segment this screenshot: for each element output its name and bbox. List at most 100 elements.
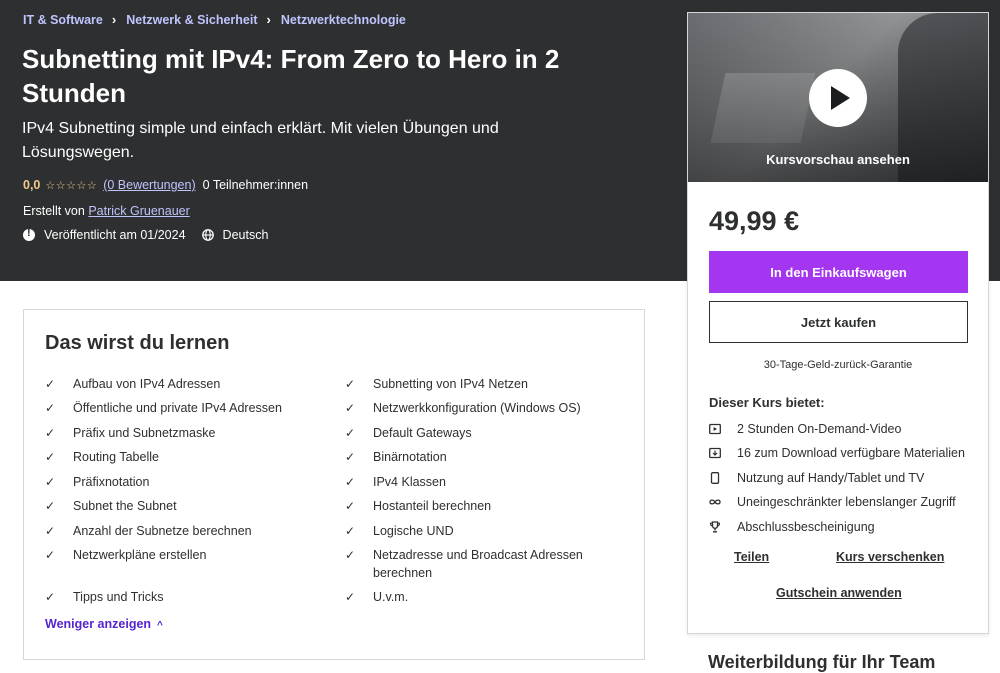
learning-objective-text: Präfix und Subnetzmaske — [73, 426, 216, 440]
play-icon[interactable] — [809, 69, 867, 127]
team-training-heading: Weiterbildung für Ihr Team — [708, 652, 936, 672]
learning-objective-item: ✓ Subnetting von IPv4 Netzen — [345, 375, 585, 393]
learning-objective-item: ✓ Logische UND — [345, 522, 585, 540]
include-text: Nutzung auf Handy/Tablet und TV — [737, 471, 925, 485]
breadcrumb-netzwerktechnologie[interactable]: Netzwerktechnologie — [281, 13, 406, 27]
learning-objective-item: ✓ Subnet the Subnet — [45, 497, 335, 515]
include-text: 16 zum Download verfügbare Materialien — [737, 446, 965, 460]
globe-icon — [201, 229, 214, 241]
course-price: 49,99 € — [709, 206, 800, 236]
card-divider — [688, 633, 988, 634]
learning-objective-item: ✓ Default Gateways — [345, 424, 585, 442]
meta-row: Veröffentlicht am 01/2024 Deutsch — [23, 227, 269, 242]
learning-objectives-heading: Das wirst du lernen — [45, 332, 230, 354]
learning-objective-item: ✓ Binärnotation — [345, 448, 585, 466]
learning-objective-text: Logische UND — [373, 524, 454, 538]
video-icon — [709, 423, 721, 435]
instructor-link[interactable]: Patrick Gruenauer — [88, 204, 189, 218]
check-icon: ✓ — [45, 548, 56, 562]
learning-objective-text: IPv4 Klassen — [373, 475, 446, 489]
include-text: 2 Stunden On-Demand-Video — [737, 422, 902, 436]
learning-objective-text: Öffentliche und private IPv4 Adressen — [73, 401, 282, 415]
show-less-label: Weniger anzeigen — [45, 617, 152, 631]
learning-objective-text: Netzwerkpläne erstellen — [73, 548, 207, 562]
published-date: Veröffentlicht am 01/2024 — [44, 228, 186, 242]
learning-objectives-box: Das wirst du lernen ✓ Aufbau von IPv4 Adr… — [23, 309, 645, 660]
rating-value: 0,0 — [23, 178, 41, 192]
learning-objective-item: ✓ IPv4 Klassen — [345, 473, 585, 491]
learning-objective-text: Netzadresse und Broadcast Adressen berec… — [373, 548, 583, 580]
check-icon: ✓ — [345, 426, 356, 440]
created-by-label: Erstellt von — [23, 204, 85, 218]
check-icon: ✓ — [45, 475, 56, 489]
include-item: Uneingeschränkter lebenslanger Zugriff — [709, 495, 956, 509]
learning-objective-text: Präfixnotation — [73, 475, 150, 489]
learning-objective-text: Anzahl der Subnetze berechnen — [73, 524, 252, 538]
check-icon: ✓ — [45, 450, 56, 464]
check-icon: ✓ — [45, 401, 56, 415]
purchase-card: Kursvorschau ansehen 49,99 € In den Eink… — [687, 12, 989, 634]
check-icon: ✓ — [345, 377, 356, 391]
learning-objective-item: ✓ U.v.m. — [345, 588, 585, 606]
check-icon: ✓ — [345, 450, 356, 464]
check-icon: ✓ — [345, 590, 356, 604]
trophy-icon — [709, 521, 721, 533]
creator-row: Erstellt von Patrick Gruenauer — [23, 204, 190, 218]
learning-objective-item: ✓ Präfix und Subnetzmaske — [45, 424, 335, 442]
learning-objective-text: Aufbau von IPv4 Adressen — [73, 377, 221, 391]
learning-objective-text: Subnetting von IPv4 Netzen — [373, 377, 528, 391]
check-icon: ✓ — [345, 475, 356, 489]
learning-objective-text: Netzwerkkonfiguration (Windows OS) — [373, 401, 581, 415]
rating-row: 0,0 ☆☆☆☆☆ (0 Bewertungen) 0 Teilnehmer:i… — [23, 178, 308, 192]
learning-objective-text: Hostanteil berechnen — [373, 499, 492, 513]
buy-now-button[interactable]: Jetzt kaufen — [709, 301, 968, 343]
breadcrumb-it-software[interactable]: IT & Software — [23, 13, 103, 27]
ratings-count-link[interactable]: (0 Bewertungen) — [103, 178, 195, 192]
include-item: Abschlussbescheinigung — [709, 520, 875, 534]
check-icon: ✓ — [345, 401, 356, 415]
learning-objective-item: ✓ Netzadresse und Broadcast Adressen bere… — [345, 546, 585, 582]
course-language: Deutsch — [222, 228, 269, 242]
course-preview-video[interactable]: Kursvorschau ansehen — [688, 13, 988, 182]
learning-objective-item: ✓ Netzwerkkonfiguration (Windows OS) — [345, 399, 585, 417]
apply-coupon-link[interactable]: Gutschein anwenden — [776, 586, 902, 600]
check-icon: ✓ — [45, 524, 56, 538]
preview-label: Kursvorschau ansehen — [766, 152, 910, 167]
download-icon — [709, 447, 721, 459]
include-item: Nutzung auf Handy/Tablet und TV — [709, 471, 924, 485]
learning-objective-item: ✓ Öffentliche und private IPv4 Adressen — [45, 399, 335, 417]
mobile-icon — [710, 472, 720, 484]
star-rating-icon: ☆☆☆☆☆ — [45, 179, 98, 192]
include-text: Abschlussbescheinigung — [737, 520, 875, 534]
add-to-cart-button[interactable]: In den Einkaufswagen — [709, 251, 968, 293]
learning-objective-item: ✓ Routing Tabelle — [45, 448, 335, 466]
check-icon: ✓ — [345, 499, 356, 513]
breadcrumb: IT & Software › Netzwerk & Sicherheit › … — [23, 12, 406, 27]
check-icon: ✓ — [45, 590, 56, 604]
check-icon: ✓ — [45, 499, 56, 513]
check-icon: ✓ — [45, 426, 56, 440]
participants-count: 0 Teilnehmer:innen — [202, 178, 309, 192]
check-icon: ✓ — [345, 548, 356, 562]
chevron-up-icon: ^ — [157, 620, 163, 631]
include-item: 2 Stunden On-Demand-Video — [709, 422, 901, 436]
learning-objective-text: Routing Tabelle — [73, 450, 159, 464]
learning-objective-item: ✓ Präfixnotation — [45, 473, 335, 491]
gift-course-link[interactable]: Kurs verschenken — [836, 550, 944, 564]
learning-objective-item: ✓ Tipps und Tricks — [45, 588, 335, 606]
includes-heading: Dieser Kurs bietet: — [709, 395, 825, 410]
learning-objective-text: Tipps und Tricks — [73, 590, 164, 604]
alert-badge-icon — [23, 227, 35, 241]
course-subtitle: IPv4 Subnetting simple und einfach erklä… — [22, 120, 499, 161]
show-less-button[interactable]: Weniger anzeigen ^ — [45, 617, 163, 631]
learning-objective-text: U.v.m. — [373, 590, 409, 604]
chevron-right-icon: › — [111, 12, 117, 27]
learning-objective-text: Subnet the Subnet — [73, 499, 177, 513]
breadcrumb-netzwerk-sicherheit[interactable]: Netzwerk & Sicherheit — [126, 13, 257, 27]
learning-objective-item: ✓ Hostanteil berechnen — [345, 497, 585, 515]
money-back-guarantee: 30-Tage-Geld-zurück-Garantie — [763, 359, 913, 371]
share-link[interactable]: Teilen — [734, 550, 769, 564]
learning-objective-text: Default Gateways — [373, 426, 472, 440]
learning-objective-item: ✓ Anzahl der Subnetze berechnen — [45, 522, 335, 540]
chevron-right-icon: › — [266, 12, 271, 27]
